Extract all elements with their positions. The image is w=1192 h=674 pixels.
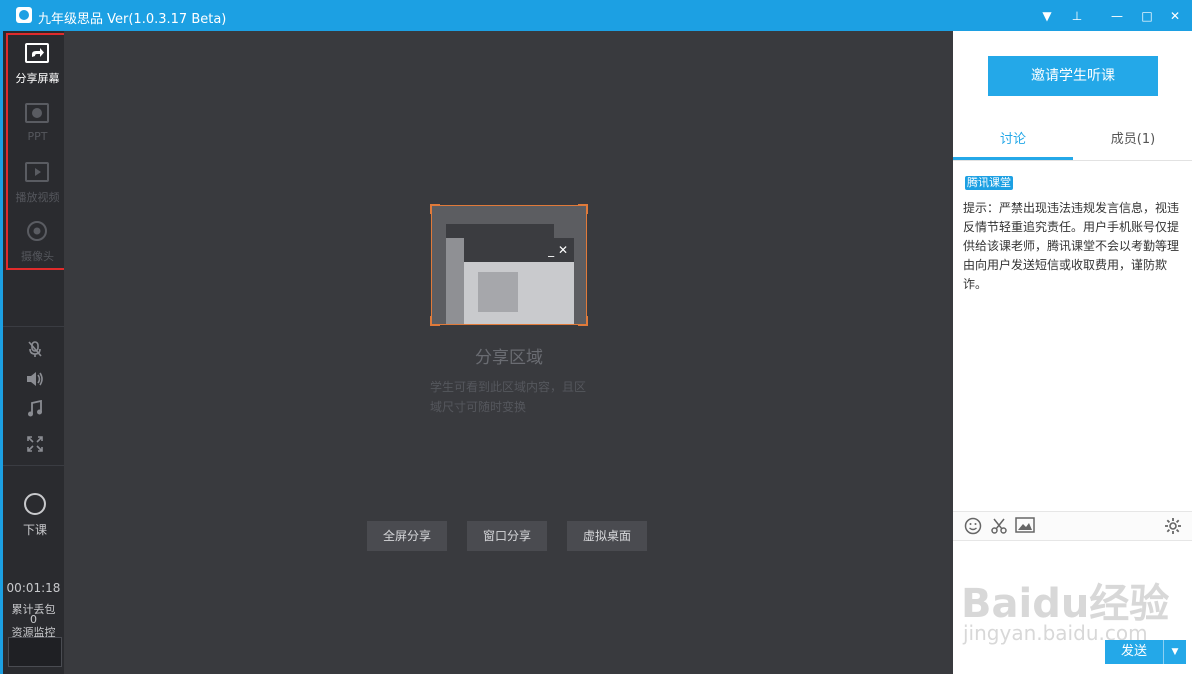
front-window-bar: _ ✕ [464,238,574,262]
tool-label: 分享屏幕 [15,72,60,85]
window-share-button[interactable]: 窗口分享 [467,521,547,551]
mic-muted-icon[interactable] [23,340,47,362]
chat-notice: 提示：严禁出现违法违规发言信息，视违反情节轻重追究责任。用户手机账号仅提供给该课… [963,201,1180,291]
close-button[interactable]: ✕ [1164,5,1186,27]
fullscreen-share-button[interactable]: 全屏分享 [367,521,447,551]
app-window: 九年级思品 Ver(1.0.3.17 Beta) ▼ ⊥ — □ ✕ 分享屏幕 [0,0,1192,674]
music-icon[interactable] [23,399,47,422]
invite-students-button[interactable]: 邀请学生听课 [988,56,1158,96]
pin-icon[interactable]: ⊥ [1066,5,1088,27]
tool-label: 播放视频 [15,191,60,204]
end-class-label: 下课 [22,523,47,537]
image-icon[interactable] [1015,517,1035,537]
fullscreen-icon[interactable] [23,435,47,457]
play-video-icon [25,162,49,182]
share-area: _ ✕ 分享区域 学生可看到此区域内容，且区域尺寸可随时变换 全屏分享 窗口分享… [64,31,953,674]
tab-members[interactable]: 成员(1) [1073,127,1192,160]
divider [3,465,64,466]
front-window-content [478,272,518,312]
dropdown-icon[interactable]: ▼ [1036,5,1058,27]
right-panel: 邀请学生听课 讨论 成员(1) 腾讯课堂 提示：严禁出现违法违规发言信息，视违反… [953,31,1192,674]
tool-ppt[interactable]: PPT [8,95,67,151]
tool-play-video[interactable]: 播放视频 [8,154,67,210]
resource-monitor-graph [8,637,62,667]
tool-camera[interactable]: 摄像头 [8,213,67,269]
share-area-description: 学生可看到此区域内容，且区域尺寸可随时变换 [430,380,587,414]
speaker-icon[interactable] [23,370,47,392]
tencent-classroom-badge: 腾讯课堂 [965,176,1013,190]
left-toolbar: 分享屏幕 PPT 播放视频 摄像头 下课 00:01:18 累计丢包 0 资源监… [0,31,69,674]
tool-share-screen[interactable]: 分享屏幕 [8,35,67,91]
maximize-button[interactable]: □ [1136,5,1158,27]
chat-input-toolbar [953,511,1192,541]
virtual-desktop-button[interactable]: 虚拟桌面 [567,521,647,551]
share-screen-icon [25,43,49,63]
back-window-bar [446,224,554,238]
ppt-icon [25,103,49,123]
end-class-button[interactable]: 下课 [13,491,57,541]
frame-corner [578,316,588,326]
window-title: 九年级思品 Ver(1.0.3.17 Beta) [38,12,227,27]
app-logo-icon [16,7,32,23]
frame-corner [430,316,440,326]
end-class-icon [24,493,46,515]
send-options-dropdown[interactable]: ▼ [1163,640,1186,664]
tool-label: PPT [27,130,48,143]
tab-discussion[interactable]: 讨论 [953,127,1073,160]
camera-icon [27,221,47,241]
scissors-icon[interactable] [989,517,1009,537]
frame-corner [578,204,588,214]
tool-group: 分享屏幕 PPT 播放视频 摄像头 [6,33,69,270]
send-button[interactable]: 发送 [1105,640,1163,664]
emoji-icon[interactable] [963,517,983,537]
frame-corner [430,204,440,214]
minimize-button[interactable]: — [1106,5,1128,27]
divider [3,326,64,327]
tab-divider [953,160,1192,161]
settings-icon[interactable] [1163,517,1183,537]
class-timer: 00:01:18 [6,581,61,595]
tool-label: 摄像头 [21,250,54,263]
share-region-illustration: _ ✕ [430,204,588,326]
share-area-title: 分享区域 [475,348,543,368]
chat-input[interactable] [953,542,1192,640]
title-bar: 九年级思品 Ver(1.0.3.17 Beta) ▼ ⊥ — □ ✕ [0,0,1192,31]
